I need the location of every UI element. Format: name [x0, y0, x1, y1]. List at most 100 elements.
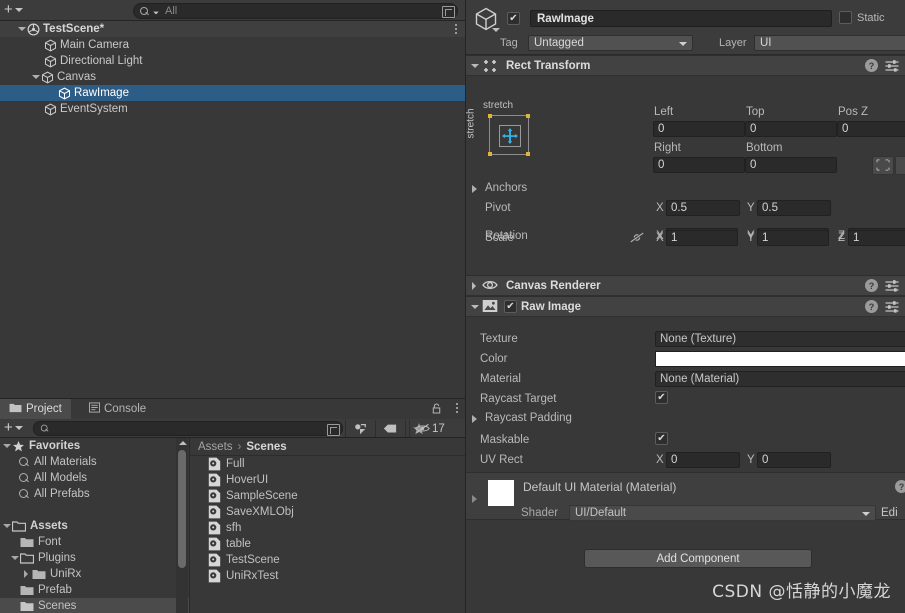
hierarchy-item-main-camera[interactable]: Main Camera	[0, 37, 465, 53]
color-swatch-field[interactable]	[655, 351, 905, 367]
material-object-field[interactable]: None (Material)	[655, 371, 905, 387]
preset-icon[interactable]	[885, 300, 899, 313]
add-component-button[interactable]: Add Component	[584, 549, 812, 568]
raw-edit-mode-button[interactable]	[895, 156, 905, 175]
tab-console-label: Console	[104, 403, 147, 415]
anchors-label[interactable]: Anchors	[485, 182, 527, 194]
list-item[interactable]: sfh	[190, 520, 465, 536]
hierarchy-item-canvas[interactable]: Canvas	[0, 69, 465, 85]
anchor-preset-widget[interactable]: stretch stretch	[466, 100, 541, 163]
help-icon[interactable]: ?	[865, 279, 878, 292]
scale-x-input[interactable]: 1	[666, 230, 738, 246]
scale-link-off-icon[interactable]	[629, 231, 645, 247]
raw-image-enabled-checkbox[interactable]	[504, 300, 517, 313]
filter-by-label-button[interactable]	[375, 420, 404, 437]
chevron-right-icon[interactable]	[472, 183, 482, 195]
hierarchy-menu-button[interactable]	[455, 24, 457, 36]
chevron-down-icon[interactable]	[466, 296, 482, 317]
hierarchy-add-button[interactable]: +	[0, 2, 29, 19]
uv-x-input[interactable]: 0	[666, 452, 740, 468]
layer-dropdown[interactable]: UI	[754, 35, 905, 51]
list-item[interactable]: SampleScene	[190, 488, 465, 504]
project-search-input[interactable]	[33, 421, 343, 436]
project-tree-all-materials[interactable]: All Materials	[0, 454, 189, 470]
component-header-canvas-renderer[interactable]: Canvas Renderer ?	[466, 275, 905, 296]
chevron-right-icon[interactable]	[472, 413, 482, 425]
help-icon[interactable]: ?	[865, 300, 878, 313]
project-tree-scenes[interactable]: Scenes	[0, 598, 189, 613]
top-input[interactable]: 0	[745, 121, 837, 137]
help-icon[interactable]: ?	[895, 480, 905, 493]
pivot-x-axis-label: X	[656, 202, 664, 214]
raycast-target-checkbox[interactable]	[655, 391, 668, 404]
chevron-down-icon[interactable]	[16, 21, 27, 37]
posz-input[interactable]: 0	[837, 121, 905, 137]
list-item[interactable]: TestScene	[190, 552, 465, 568]
hierarchy-item-scene[interactable]: TestScene*	[0, 21, 465, 37]
gameobject-cube-icon[interactable]	[473, 6, 500, 32]
list-item[interactable]: table	[190, 536, 465, 552]
pivot-y-input[interactable]: 0.5	[757, 200, 831, 216]
edit-shader-button[interactable]: Edi	[881, 507, 898, 519]
chevron-down-icon[interactable]	[0, 518, 12, 534]
hierarchy-item-eventsystem[interactable]: EventSystem	[0, 101, 465, 117]
component-header-rect-transform[interactable]: Rect Transform ?	[466, 55, 905, 76]
scale-y-input[interactable]: 1	[757, 230, 829, 246]
pivot-x-input[interactable]: 0.5	[666, 200, 740, 216]
maskable-checkbox[interactable]	[655, 432, 668, 445]
tab-console[interactable]: Console	[80, 399, 155, 419]
project-tree-favorites[interactable]: Favorites	[0, 438, 189, 454]
preset-icon[interactable]	[885, 279, 899, 292]
project-menu-button[interactable]	[456, 403, 458, 415]
texture-object-field[interactable]: None (Texture)	[655, 331, 905, 347]
component-header-raw-image[interactable]: Raw Image ?	[466, 296, 905, 317]
raycast-padding-label[interactable]: Raycast Padding	[485, 412, 572, 424]
chevron-down-icon[interactable]	[30, 69, 41, 85]
project-tree-font[interactable]: Font	[0, 534, 189, 550]
project-tree-plugins[interactable]: Plugins	[0, 550, 189, 566]
project-tree-all-prefabs[interactable]: All Prefabs	[0, 486, 189, 502]
list-item[interactable]: HoverUI	[190, 472, 465, 488]
search-expand-icon[interactable]	[442, 6, 455, 18]
gameobject-enabled-checkbox[interactable]	[507, 12, 520, 25]
chevron-right-icon[interactable]	[472, 495, 477, 503]
tab-project[interactable]: Project	[0, 399, 71, 419]
chevron-down-icon[interactable]	[0, 438, 12, 454]
tag-dropdown[interactable]: Untagged	[528, 35, 693, 51]
right-input[interactable]: 0	[653, 157, 745, 173]
breadcrumb-root[interactable]: Assets	[198, 441, 233, 453]
hierarchy-search-input[interactable]: All	[133, 3, 458, 19]
gameobject-name-input[interactable]: RawImage	[530, 10, 832, 27]
preset-icon[interactable]	[885, 59, 899, 72]
hidden-items-counter[interactable]: 17	[409, 420, 465, 437]
uv-y-input[interactable]: 0	[757, 452, 831, 468]
project-tree-all-models[interactable]: All Models	[0, 470, 189, 486]
scale-z-input[interactable]: 1	[848, 230, 905, 246]
hierarchy-item-directional-light[interactable]: Directional Light	[0, 53, 465, 69]
left-input[interactable]: 0	[653, 121, 745, 137]
chevron-down-icon[interactable]	[8, 550, 20, 566]
search-expand-icon[interactable]	[327, 424, 340, 436]
scrollbar-thumb[interactable]	[178, 450, 186, 568]
list-item[interactable]: SaveXMLObj	[190, 504, 465, 520]
project-tree-prefab[interactable]: Prefab	[0, 582, 189, 598]
lock-icon[interactable]	[432, 403, 441, 414]
blueprint-mode-button[interactable]	[872, 156, 894, 175]
project-tree-unirx[interactable]: UniRx	[0, 566, 189, 582]
scroll-up-arrow-icon[interactable]	[179, 441, 187, 445]
static-toggle[interactable]: Static	[839, 11, 885, 24]
hierarchy-item-rawimage[interactable]: RawImage	[0, 85, 465, 101]
chevron-right-icon[interactable]	[20, 566, 32, 582]
static-checkbox[interactable]	[839, 11, 852, 24]
project-tree-assets[interactable]: Assets	[0, 518, 189, 534]
filter-by-type-button[interactable]	[345, 420, 374, 437]
list-item[interactable]: Full	[190, 456, 465, 472]
list-item[interactable]: UniRxTest	[190, 568, 465, 584]
help-icon[interactable]: ?	[865, 59, 878, 72]
project-tree-scrollbar[interactable]	[176, 438, 188, 613]
bottom-input[interactable]: 0	[745, 157, 837, 173]
chevron-down-icon[interactable]	[466, 55, 482, 76]
shader-dropdown[interactable]: UI/Default	[569, 505, 876, 521]
project-add-button[interactable]: +	[0, 420, 29, 437]
chevron-right-icon[interactable]	[466, 275, 482, 296]
